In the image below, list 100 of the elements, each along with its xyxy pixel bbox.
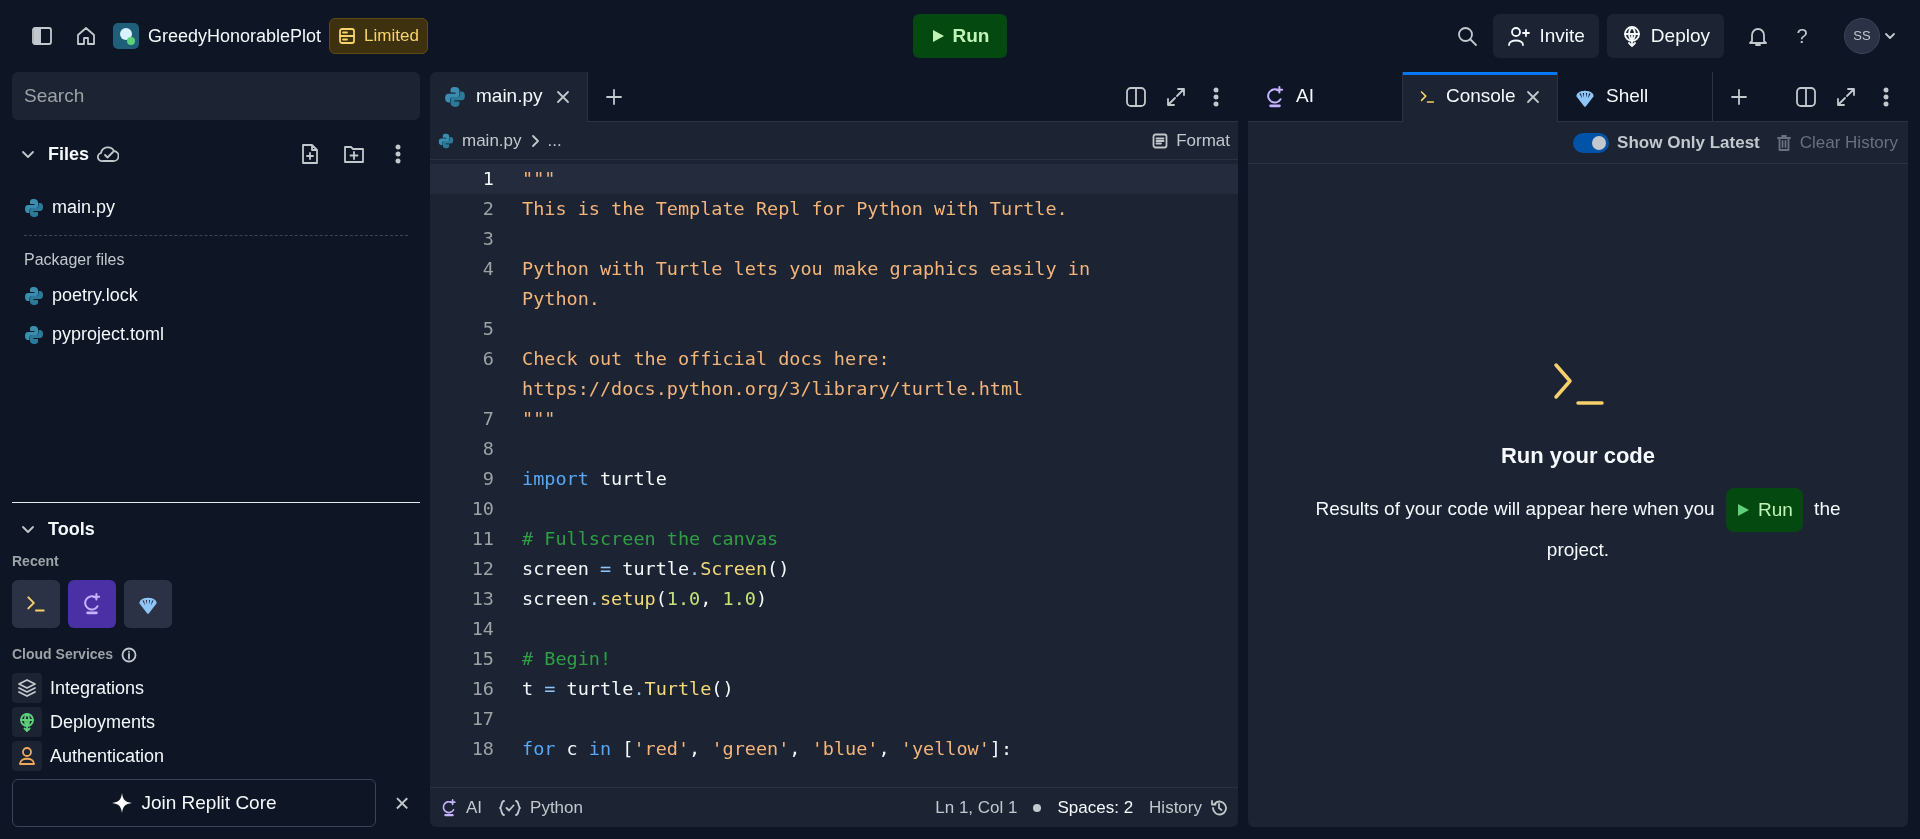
home-icon	[75, 25, 97, 47]
expand-icon	[1165, 85, 1187, 108]
service-item[interactable]: Integrations	[12, 673, 420, 703]
toggle-switch[interactable]	[1573, 132, 1610, 153]
line-number: 16	[470, 677, 494, 701]
project-name[interactable]: GreedyHonorablePlot	[148, 22, 322, 50]
terminal-prompt-icon	[25, 593, 47, 615]
code-line: t = turtle.Turtle()	[521, 677, 734, 701]
chevron-right-icon	[529, 133, 540, 148]
tool-button[interactable]	[12, 580, 60, 628]
file-item[interactable]: main.py	[16, 188, 416, 227]
line-number: 6	[481, 347, 494, 371]
ai-sparkle-icon	[440, 798, 458, 817]
run-button[interactable]: Run	[912, 13, 1008, 59]
code-line: # Begin!	[521, 647, 612, 671]
play-icon	[1735, 503, 1750, 517]
more-options-icon	[1213, 86, 1219, 107]
deploy-button[interactable]: Deploy	[1606, 13, 1724, 59]
search-icon	[1456, 25, 1479, 47]
panel-tab[interactable]: Shell	[1558, 72, 1713, 122]
file-item[interactable]: poetry.lock	[16, 276, 416, 315]
dot-icon	[1033, 803, 1042, 812]
line-number: 8	[481, 437, 494, 461]
code-line: """	[521, 167, 556, 191]
language-button[interactable]: Python	[498, 794, 583, 821]
file-item[interactable]: pyproject.toml	[16, 315, 416, 354]
line-number: 3	[481, 227, 494, 251]
service-item[interactable]: Authentication	[12, 741, 420, 771]
add-tab-icon	[605, 88, 622, 105]
breadcrumb-item[interactable]: main.py	[462, 127, 522, 154]
format-icon	[1152, 132, 1169, 149]
new-folder-icon	[343, 144, 365, 164]
line-number: 9	[481, 467, 494, 491]
code-line: screen = turtle.Screen()	[521, 557, 790, 581]
ai-status-button[interactable]: AI	[440, 794, 483, 821]
help-button[interactable]: ?	[1784, 18, 1820, 54]
indent-button[interactable]: Spaces: 2	[1057, 794, 1134, 821]
tool-button[interactable]	[124, 580, 172, 628]
layers-icon	[17, 678, 37, 698]
code-line: screen.setup(1.0, 1.0)	[521, 587, 768, 611]
history-button[interactable]: History	[1149, 794, 1228, 821]
line-number: 7	[481, 407, 494, 431]
join-core-button[interactable]: Join Replit Core	[12, 779, 376, 827]
sidebar-toggle-icon	[31, 25, 53, 47]
plan-badge[interactable]: Limited	[329, 18, 428, 54]
python-logo-icon	[24, 197, 44, 218]
line-number: 12	[470, 557, 494, 581]
service-item[interactable]: Deployments	[12, 707, 420, 737]
line-number: 5	[481, 317, 494, 341]
python-logo-icon	[438, 132, 454, 149]
play-icon	[930, 29, 945, 43]
code-line: import turtle	[521, 467, 667, 491]
project-logo-icon	[112, 22, 140, 50]
info-icon	[121, 646, 138, 663]
line-number: 11	[470, 527, 494, 551]
format-button[interactable]: Format	[1152, 127, 1230, 154]
python-logo-icon	[444, 85, 466, 108]
line-number: 13	[470, 587, 494, 611]
cloud-check-icon	[97, 145, 120, 163]
code-line: """	[521, 407, 556, 431]
breadcrumb-item[interactable]: ...	[547, 127, 562, 154]
empty-state-message: Results of your code will appear here when you Run the project.	[1288, 488, 1868, 568]
split-view-icon	[1125, 85, 1147, 108]
python-logo-icon	[24, 285, 44, 306]
ai-sparkle-icon	[81, 593, 103, 615]
code-line: This is the Template Repl for Python with Turtle.	[521, 197, 1068, 221]
split-view-icon	[1795, 85, 1817, 108]
line-number: 10	[470, 497, 494, 521]
invite-button[interactable]: Invite	[1493, 13, 1599, 59]
line-number: 15	[470, 647, 494, 671]
code-line: Python.	[521, 287, 600, 311]
editor-tab[interactable]: main.py	[430, 72, 588, 122]
line-number: 1	[481, 167, 494, 191]
more-options-icon	[1883, 86, 1889, 107]
line-number: 17	[470, 707, 494, 731]
code-line: https://docs.python.org/3/library/turtle.html	[521, 377, 1024, 401]
globe-arrow-icon	[17, 712, 37, 732]
code-line: Check out the official docs here:	[521, 347, 890, 371]
line-number: 14	[470, 617, 494, 641]
expand-icon	[1835, 85, 1857, 108]
close-icon	[1526, 89, 1541, 104]
more-options-icon	[395, 144, 401, 164]
section-title: Files	[48, 142, 90, 166]
cursor-position: Ln 1, Col 1	[935, 796, 1018, 819]
bell-icon	[1747, 25, 1769, 47]
server-icon	[338, 27, 357, 45]
person-plus-icon	[1507, 25, 1532, 47]
close-icon	[555, 89, 570, 104]
search-field[interactable]: Search	[12, 72, 420, 120]
tool-button[interactable]	[68, 580, 116, 628]
close-banner-button[interactable]: ×	[384, 785, 420, 821]
code-line: Python with Turtle lets you make graphics easily in	[521, 257, 1091, 281]
run-button[interactable]: Run	[1725, 488, 1803, 532]
caret-icon	[1884, 30, 1896, 42]
panel-tab[interactable]: Console	[1403, 72, 1558, 122]
toggle-label: Show Only Latest	[1617, 131, 1760, 154]
line-number: 2	[481, 197, 494, 221]
add-tab-icon	[1731, 88, 1747, 105]
empty-state-title: Run your code	[1501, 442, 1655, 470]
line-number: 18	[470, 737, 494, 761]
